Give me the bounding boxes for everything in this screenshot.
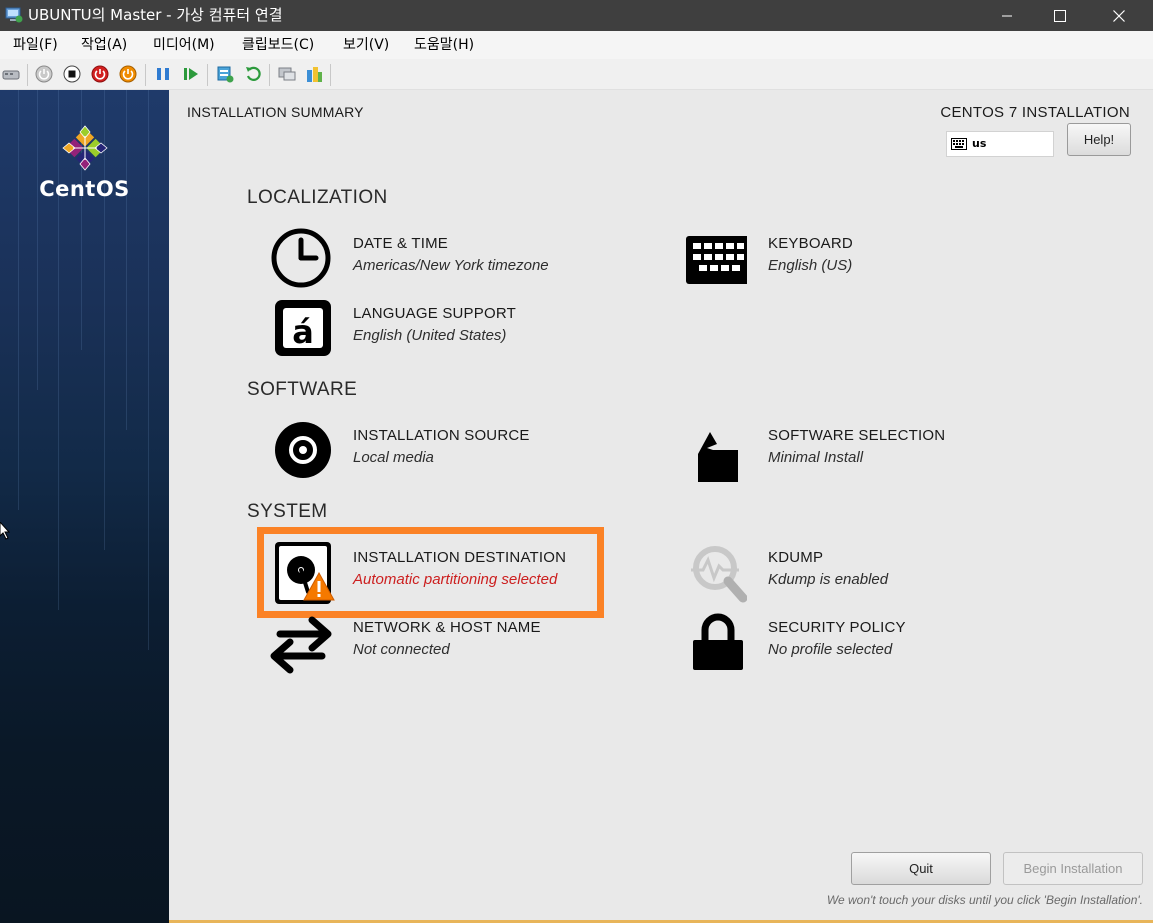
spoke-security-policy[interactable]: SECURITY POLICY No profile selected [683,610,1043,674]
menu-clipboard[interactable]: 클립보드(C) [242,36,314,54]
disc-icon [275,422,331,478]
spoke-status: Local media [353,449,434,466]
spoke-status: Americas/New York timezone [353,257,549,274]
spoke-network-hostname[interactable]: NETWORK & HOST NAME Not connected [268,610,628,674]
vm-screen[interactable]: CentOS INSTALLATION SUMMARY CENTOS 7 INS… [0,90,1153,923]
save-icon[interactable] [119,65,137,83]
minimize-button[interactable] [978,0,1036,31]
menu-help[interactable]: 도움말(H) [414,36,474,54]
window-titlebar: UBUNTU의 Master - 가상 컴퓨터 연결 [0,0,1153,31]
menu-file[interactable]: 파일(F) [13,36,58,54]
close-button[interactable] [1090,0,1148,31]
toolbar-separator [27,64,28,86]
spoke-status: Minimal Install [768,449,864,466]
spoke-status: No profile selected [768,641,893,658]
keyboard-icon [951,138,967,150]
menu-view[interactable]: 보기(V) [343,36,389,54]
section-software: SOFTWARE [247,379,358,400]
warning-icon [303,572,335,601]
revert-icon[interactable] [244,65,262,83]
share-icon[interactable] [305,65,323,83]
maximize-icon [1054,9,1066,22]
toolbar-separator [330,64,331,86]
enhanced-session-icon[interactable] [278,65,296,83]
pause-icon[interactable] [154,65,172,83]
section-localization: LOCALIZATION [247,187,388,208]
menu-bar: 파일(F) 작업(A) 미디어(M) 클립보드(C) 보기(V) 도움말(H) [0,31,1153,59]
shutdown-icon[interactable] [91,65,109,83]
spoke-name: KEYBOARD [768,235,853,252]
installer-sidebar: CentOS [0,90,169,923]
page-title: INSTALLATION SUMMARY [187,104,364,120]
spoke-name: INSTALLATION DESTINATION [353,549,567,566]
spoke-installation-source[interactable]: INSTALLATION SOURCE Local media [268,418,628,482]
spoke-name: NETWORK & HOST NAME [353,619,541,636]
window-title: UBUNTU의 Master - 가상 컴퓨터 연결 [28,6,283,24]
product-title: CENTOS 7 INSTALLATION [940,104,1130,121]
begin-installation-note: We won't touch your disks until you clic… [826,893,1143,907]
spoke-name: SOFTWARE SELECTION [768,427,946,444]
menu-media[interactable]: 미디어(M) [153,36,215,54]
spoke-name: KDUMP [768,549,824,566]
spoke-date-time[interactable]: DATE & TIME Americas/New York timezone [268,226,628,290]
language-icon: á [275,300,331,356]
package-icon [698,432,738,482]
lock-icon [693,613,743,670]
checkpoint-icon[interactable] [216,65,234,83]
spoke-status: Not connected [353,641,450,658]
help-button[interactable]: Help! [1067,123,1131,156]
start-icon[interactable] [35,65,53,83]
maximize-button[interactable] [1031,0,1089,31]
toolbar [0,59,1153,90]
spoke-status: English (United States) [353,327,507,344]
begin-installation-button[interactable]: Begin Installation [1003,852,1143,885]
spoke-status: English (US) [768,257,853,274]
spoke-name: SECURITY POLICY [768,619,906,636]
quit-button[interactable]: Quit [851,852,991,885]
centos-logo [62,125,108,171]
spoke-language-support[interactable]: á LANGUAGE SUPPORT English (United State… [268,296,628,360]
minimize-icon [1002,15,1012,16]
toolbar-separator [269,64,270,86]
mouse-cursor-icon [0,522,11,540]
network-arrows-icon [270,616,332,674]
keyboard-icon [686,236,747,284]
spoke-keyboard[interactable]: KEYBOARD English (US) [683,226,1043,290]
toolbar-separator [207,64,208,86]
spoke-kdump[interactable]: KDUMP Kdump is enabled [683,540,1043,604]
menu-action[interactable]: 작업(A) [81,36,127,54]
close-icon [1113,9,1125,22]
toolbar-separator [145,64,146,86]
kdump-magnifier-icon [691,546,747,603]
brand-name: CentOS [39,177,130,201]
vm-connect-icon [5,7,23,23]
section-system: SYSTEM [247,501,328,522]
spoke-name: LANGUAGE SUPPORT [353,305,516,322]
clock-icon [271,228,331,288]
keyboard-layout-indicator[interactable]: us [946,131,1054,157]
spoke-name: DATE & TIME [353,235,448,252]
spoke-software-selection[interactable]: SOFTWARE SELECTION Minimal Install [683,418,1043,482]
spoke-status: Automatic partitioning selected [353,571,558,588]
turn-off-icon[interactable] [63,65,81,83]
keyboard-layout-value: us [972,137,987,150]
spoke-status: Kdump is enabled [768,571,889,588]
spoke-installation-destination[interactable]: INSTALLATION DESTINATION Automatic parti… [268,540,628,604]
ctrl-alt-del-icon[interactable] [2,65,20,83]
spoke-name: INSTALLATION SOURCE [353,427,530,444]
reset-icon[interactable] [182,65,200,83]
svg-text:á: á [292,313,314,351]
